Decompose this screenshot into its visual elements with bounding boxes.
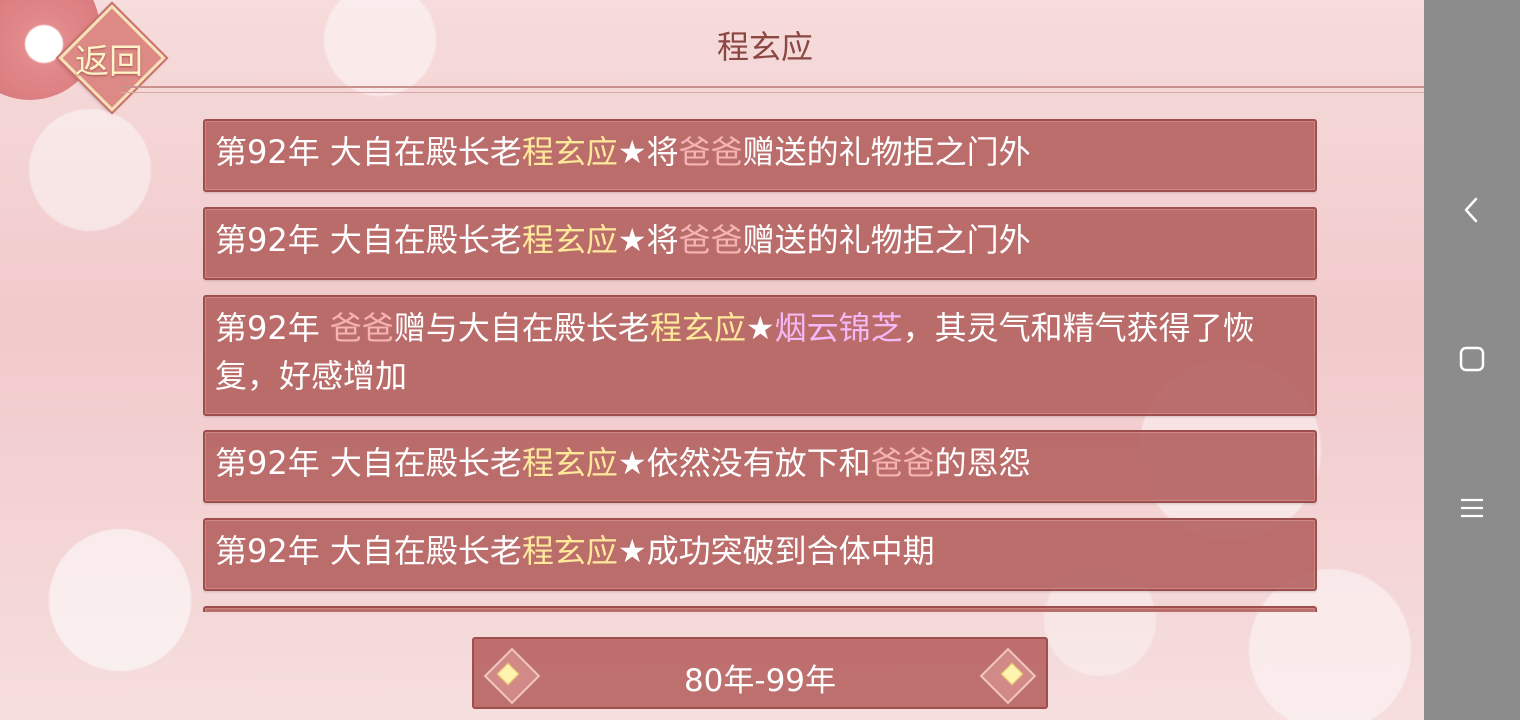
relation-name: 爸爸	[678, 133, 743, 171]
item-name: 烟云锦芝	[774, 309, 903, 347]
system-menu-button[interactable]	[1448, 484, 1496, 532]
log-text: ★将	[617, 221, 679, 259]
relation-name: 爸爸	[870, 444, 935, 482]
log-entry: 第92年 爸爸赠与大自在殿长老程玄应★烟云锦芝，其灵气和精气获得了恢复，好感增加	[203, 295, 1317, 416]
log-text: ★依然没有放下和	[617, 444, 871, 482]
next-page-button[interactable]	[979, 645, 1037, 705]
log-entry	[203, 606, 1317, 612]
page-title: 程玄应	[716, 28, 813, 66]
system-home-button[interactable]	[1448, 335, 1496, 383]
log-entry: 第92年 大自在殿长老程玄应★将爸爸赠送的礼物拒之门外	[203, 119, 1317, 192]
hamburger-icon	[1461, 498, 1483, 518]
chevron-left-icon	[1464, 197, 1478, 223]
log-text: 赠送的礼物拒之门外	[742, 221, 1031, 259]
character-name: 程玄应	[521, 532, 618, 570]
log-entry: 第92年 大自在殿长老程玄应★成功突破到合体中期	[203, 518, 1317, 591]
log-text: 第92年 大自在殿长老	[215, 444, 522, 482]
square-icon	[1459, 346, 1485, 372]
relation-name: 爸爸	[678, 221, 743, 259]
log-text: 第92年 大自在殿长老	[215, 221, 522, 259]
back-button-label: 返回	[75, 42, 143, 82]
character-name: 程玄应	[521, 444, 618, 482]
log-text: ★将	[617, 133, 679, 171]
log-text: 第92年 大自在殿长老	[215, 133, 522, 171]
log-text: ★成功突破到合体中期	[617, 532, 935, 570]
log-text: 的恩怨	[934, 444, 1031, 482]
log-text: 第92年 大自在殿长老	[215, 532, 522, 570]
game-viewport: 返回 程玄应 § 第92年 大自在殿长老程玄应★将爸爸赠送的礼物拒之门外第92年…	[0, 0, 1424, 720]
character-name: 程玄应	[521, 221, 618, 259]
log-entry: 第92年 大自在殿长老程玄应★将爸爸赠送的礼物拒之门外	[203, 207, 1317, 280]
log-text: 赠与大自在殿长老	[393, 309, 650, 347]
event-log-list[interactable]: 第92年 大自在殿长老程玄应★将爸爸赠送的礼物拒之门外 第92年 大自在殿长老程玄…	[203, 119, 1317, 612]
log-text: 赠送的礼物拒之门外	[742, 133, 1031, 171]
character-name: 程玄应	[649, 309, 746, 347]
app-screen: 返回 程玄应 § 第92年 大自在殿长老程玄应★将爸爸赠送的礼物拒之门外第92年…	[0, 0, 1520, 720]
system-navigation-bar	[1424, 0, 1520, 720]
log-text: ★	[745, 309, 775, 347]
log-text: 第92年	[215, 309, 330, 347]
page-range-label: 80年-99年	[683, 663, 837, 699]
title-divider	[120, 86, 1424, 93]
character-name: 程玄应	[521, 133, 618, 171]
relation-name: 爸爸	[329, 309, 394, 347]
page-range-selector: 80年-99年	[472, 637, 1048, 709]
log-entry: 第92年 大自在殿长老程玄应★依然没有放下和爸爸的恩怨	[203, 430, 1317, 503]
system-back-button[interactable]	[1448, 186, 1496, 234]
